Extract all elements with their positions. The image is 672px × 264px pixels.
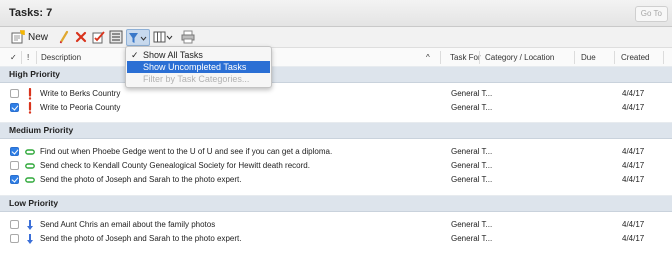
window-title: Tasks: 7 [9, 7, 53, 19]
task-description: Send the photo of Joseph and Sarah to th… [40, 234, 242, 243]
delete-button[interactable] [75, 30, 87, 44]
task-row[interactable]: Send Aunt Chris an email about the famil… [0, 218, 672, 232]
task-for: General T... [451, 89, 493, 98]
edit-button[interactable] [58, 30, 70, 44]
task-complete-checkbox[interactable] [10, 175, 19, 184]
title-bar: Tasks: 7 Go To [0, 0, 672, 27]
low-priority-icon [27, 234, 33, 244]
column-header-complete[interactable]: ✓ [10, 48, 17, 67]
task-complete-checkbox[interactable] [10, 220, 19, 229]
sort-ascending-icon: ^ [426, 53, 430, 62]
task-created-date: 4/4/17 [622, 220, 645, 229]
task-complete-checkbox[interactable] [10, 147, 19, 156]
task-created-date: 4/4/17 [622, 89, 645, 98]
mark-complete-icon [92, 31, 105, 44]
toolbar: New [0, 27, 672, 47]
task-description: Send check to Kendall County Genealogica… [40, 161, 310, 170]
task-for: General T... [451, 161, 493, 170]
task-created-date: 4/4/17 [622, 175, 645, 184]
group-label: Low Priority [9, 198, 59, 208]
task-complete-checkbox[interactable] [10, 89, 19, 98]
new-task-icon [11, 30, 25, 44]
menu-item-show-uncompleted-tasks[interactable]: Show Uncompleted Tasks [127, 61, 270, 73]
filter-dropdown-menu: ✓ Show All Tasks Show Uncompleted Tasks … [125, 46, 272, 88]
task-complete-checkbox[interactable] [10, 103, 19, 112]
column-divider [440, 51, 441, 64]
group-header-low-priority[interactable]: Low Priority [0, 195, 672, 212]
column-divider [21, 51, 22, 64]
print-button[interactable] [181, 30, 195, 44]
group-label: Medium Priority [9, 125, 74, 135]
task-created-date: 4/4/17 [622, 147, 645, 156]
mark-complete-button[interactable] [92, 30, 106, 44]
delete-icon [75, 31, 87, 43]
column-divider [663, 51, 664, 64]
task-description: Find out when Phoebe Gedge went to the U… [40, 147, 333, 156]
column-header-due[interactable]: Due [581, 48, 596, 67]
column-header-created[interactable]: Created [621, 48, 649, 67]
low-priority-icon [27, 220, 33, 230]
columns-button[interactable] [153, 30, 173, 44]
group-header-medium-priority[interactable]: Medium Priority [0, 122, 672, 139]
task-created-date: 4/4/17 [622, 234, 645, 243]
column-header-task-for[interactable]: Task For [450, 48, 481, 67]
task-row[interactable]: Send the photo of Joseph and Sarah to th… [0, 173, 672, 187]
task-for: General T... [451, 234, 493, 243]
task-for: General T... [451, 103, 493, 112]
task-row[interactable]: Send check to Kendall County Genealogica… [0, 159, 672, 173]
column-header-row: ✓ ! Description ^ Task For Category / Lo… [0, 47, 672, 68]
task-description: Write to Peoria County [40, 103, 121, 112]
menu-item-label: Filter by Task Categories... [143, 74, 250, 84]
report-icon [109, 30, 123, 44]
column-header-priority[interactable]: ! [27, 48, 29, 67]
high-priority-icon [28, 88, 32, 100]
edit-pencil-icon [59, 30, 69, 44]
task-description: Send the photo of Joseph and Sarah to th… [40, 175, 242, 184]
task-complete-checkbox[interactable] [10, 234, 19, 243]
menu-item-filter-by-categories: Filter by Task Categories... [127, 73, 270, 85]
task-for: General T... [451, 147, 493, 156]
task-row[interactable]: Write to Berks Country General T... 4/4/… [0, 87, 672, 101]
go-to-button[interactable]: Go To [634, 6, 668, 22]
task-for: General T... [451, 175, 493, 184]
menu-item-show-all-tasks[interactable]: ✓ Show All Tasks [127, 49, 270, 61]
print-icon [181, 30, 195, 44]
task-complete-checkbox[interactable] [10, 161, 19, 170]
columns-icon [153, 31, 173, 43]
group-header-high-priority[interactable]: High Priority [0, 66, 672, 83]
checkmark-icon: ✓ [131, 50, 139, 60]
report-button[interactable] [109, 30, 123, 44]
medium-priority-icon [25, 177, 35, 183]
task-row[interactable]: Send the photo of Joseph and Sarah to th… [0, 232, 672, 246]
column-divider [36, 51, 37, 64]
filter-button[interactable] [126, 29, 150, 46]
task-description: Write to Berks Country [40, 89, 121, 98]
task-created-date: 4/4/17 [622, 103, 645, 112]
new-task-button[interactable]: New [11, 30, 48, 44]
menu-item-label: Show All Tasks [143, 50, 203, 60]
high-priority-icon [28, 102, 32, 114]
menu-item-label: Show Uncompleted Tasks [143, 62, 247, 72]
filter-icon [129, 32, 147, 43]
column-header-description[interactable]: Description [41, 48, 81, 67]
column-divider [479, 51, 480, 64]
medium-priority-icon [25, 149, 35, 155]
group-label: High Priority [9, 69, 61, 79]
task-row[interactable]: Write to Peoria County General T... 4/4/… [0, 101, 672, 115]
task-description: Send Aunt Chris an email about the famil… [40, 220, 216, 229]
column-divider [574, 51, 575, 64]
column-header-category[interactable]: Category / Location [485, 48, 554, 67]
medium-priority-icon [25, 163, 35, 169]
column-divider [614, 51, 615, 64]
task-created-date: 4/4/17 [622, 161, 645, 170]
task-row[interactable]: Find out when Phoebe Gedge went to the U… [0, 145, 672, 159]
task-for: General T... [451, 220, 493, 229]
new-button-label: New [28, 31, 49, 43]
